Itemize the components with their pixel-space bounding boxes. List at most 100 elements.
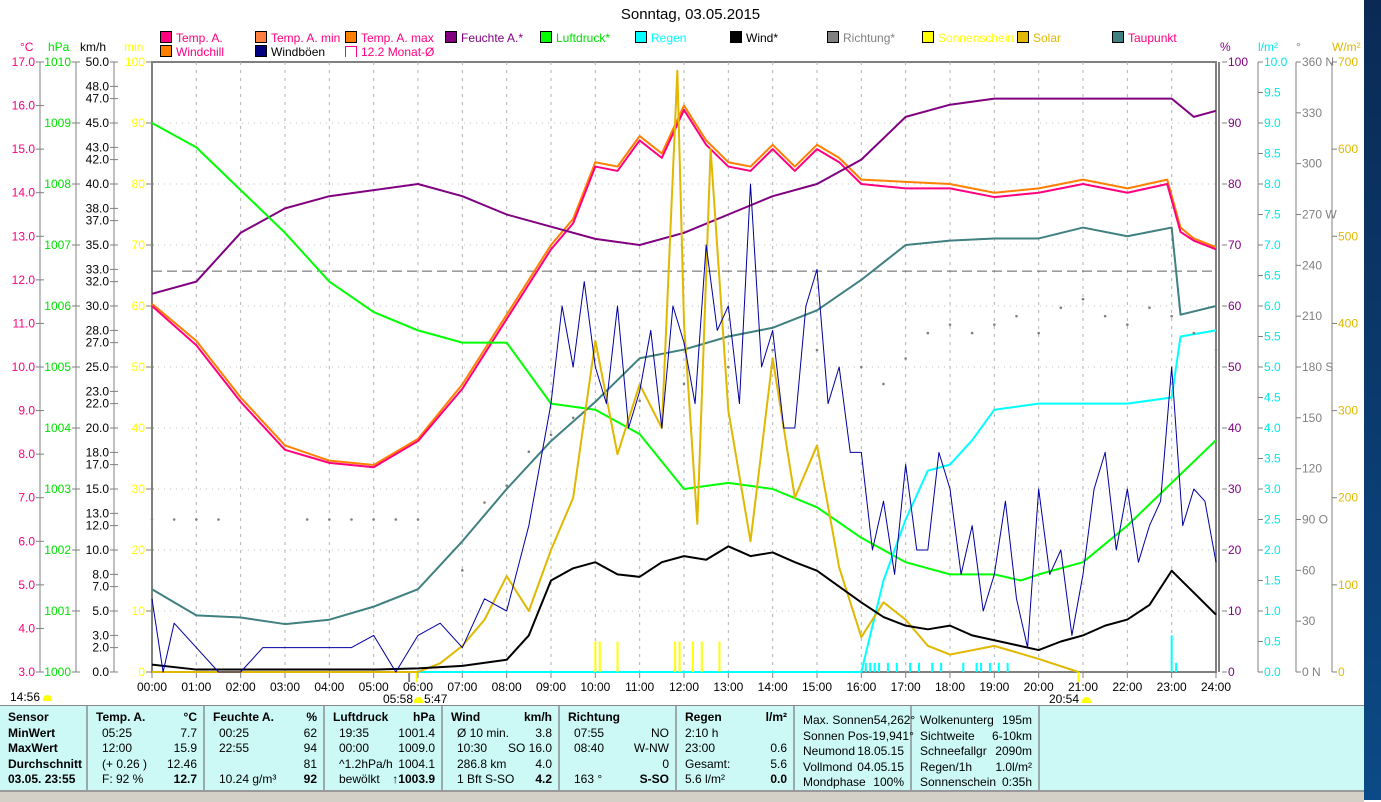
x-tick-label: 16:00 <box>846 680 876 694</box>
header-unit: hPa <box>412 710 435 724</box>
table-row: 23:00 0.6 <box>685 741 787 757</box>
richtung-point <box>150 518 154 521</box>
richtung-point <box>970 331 974 335</box>
richtung-point <box>571 416 575 420</box>
col-misc: Wolkenunterg 195m Sichtweite 6-10km Schneefa… <box>912 706 1040 791</box>
axis-tick-label: 8.5 <box>1264 147 1281 161</box>
regen-menge-bar <box>873 662 876 672</box>
axis-tick-label: 28.0 <box>86 323 110 337</box>
x-tick-label: 00:00 <box>137 680 167 694</box>
x-tick-label: 18:00 <box>935 680 965 694</box>
axis-tick-label: 6.0 <box>18 534 35 548</box>
regen-menge-bar <box>1006 662 1009 672</box>
x-tick-label: 09:00 <box>536 680 566 694</box>
axis-tick-label: 150 <box>1302 411 1322 425</box>
table-row: (+ 0.26 ) 12.46 <box>96 757 197 773</box>
axis-tick-label: 2.0 <box>92 641 109 655</box>
axis-tick-label: 7.0 <box>92 580 109 594</box>
axis-tick-label: 360 N <box>1302 55 1334 69</box>
richtung-point <box>1170 314 1173 318</box>
cell: Sonnenschein <box>920 775 997 789</box>
table-row: 00:00 1009.0 <box>333 741 435 757</box>
cell: 10.24 g/m³ <box>219 772 277 786</box>
axis-tick-label: 9.5 <box>1264 86 1281 100</box>
cell-value: 18.05.15 <box>857 744 904 758</box>
axis-tick-label: 35.0 <box>86 238 110 252</box>
richtung-point <box>926 331 930 335</box>
axis-tick-label: 3.0 <box>92 628 109 642</box>
regen-menge-bar <box>962 662 965 672</box>
header-unit: % <box>306 710 317 724</box>
axis-tick-label: 37.0 <box>86 214 110 228</box>
axis-tick-label: 0 <box>138 665 145 679</box>
richtung-point <box>195 518 198 521</box>
table-row: 05:25 7.7 <box>96 726 197 742</box>
cell-value: 15.9 <box>173 741 197 755</box>
col-hum: Feuchte A.% 00:25 62 22:55 94 81 10.24 g/m³ 92 <box>205 706 325 791</box>
cell: Mondphase <box>803 775 866 789</box>
axis-tick-label: 20.0 <box>86 421 110 435</box>
regen-menge-bar <box>980 662 983 672</box>
richtung-point <box>350 518 353 521</box>
moonrise-label: 14:56 <box>10 690 41 704</box>
cell: 12:00 <box>102 741 133 755</box>
richtung-point <box>1015 314 1018 318</box>
axis-tick-label: 0 N <box>1302 665 1321 679</box>
axis-tick-label: 13.0 <box>86 506 110 520</box>
cell: Regen/1h <box>920 759 973 774</box>
table-row: 81 <box>213 757 317 773</box>
cell: 163 ° <box>574 772 603 786</box>
x-tick-label: 19:00 <box>979 680 1009 694</box>
richtung-point <box>771 348 774 352</box>
cell: 07:55 <box>574 725 605 740</box>
table-row: 286.8 km 4.0 <box>451 757 552 773</box>
cell-value: 4.0 <box>535 756 552 771</box>
cell-value: 4.2 <box>535 772 552 786</box>
axis-tick-label: 17.0 <box>12 55 36 69</box>
header: Feuchte A.% <box>213 710 317 726</box>
richtung-point <box>372 518 375 521</box>
axis-tick-label: 300 <box>1338 404 1358 418</box>
richtung-point <box>682 382 686 386</box>
cell: Schneefallgr <box>920 744 987 758</box>
sonnenschein-bar <box>598 641 601 672</box>
richtung-point <box>549 433 553 437</box>
axis-tick-label: 50.0 <box>86 55 110 69</box>
cell: Neumond <box>803 744 856 758</box>
axis-tick-label: 47.0 <box>86 92 110 106</box>
cell-value: 94 <box>303 741 317 755</box>
regen-menge-bar <box>940 662 943 672</box>
axis-tick-label: 90 <box>1228 116 1242 130</box>
axis-tick-label: 7.0 <box>1264 238 1281 252</box>
cell-value: 2090m <box>995 744 1032 758</box>
axis-tick-label: 600 <box>1338 142 1358 156</box>
axis-tick-label: 1.5 <box>1264 574 1281 588</box>
header-label: Feuchte A. <box>213 710 274 724</box>
axis-tick-label: 40.0 <box>86 177 110 191</box>
cell-value: 54,262° <box>873 713 916 727</box>
table-row: Sonnenschein 0:35h <box>920 775 1032 791</box>
axis-tick-label: 5.0 <box>1264 360 1281 374</box>
axis-tick-label: 8.0 <box>18 447 35 461</box>
axis-tick-label: 0.0 <box>92 665 109 679</box>
cell-value: W-NW <box>633 741 669 755</box>
axis-tick-label: 1002 <box>44 543 71 557</box>
cell: 05:25 <box>102 725 133 740</box>
cell: 5.6 l/m² <box>685 772 726 786</box>
axis-tick-label: 100 <box>1338 578 1358 592</box>
axis-tick-label: 9.0 <box>18 404 35 418</box>
regen-menge-bar <box>975 662 978 672</box>
axis-tick-label: 90 O <box>1302 513 1328 527</box>
richtung-point <box>1126 323 1129 326</box>
cell-value: 3.8 <box>535 725 552 740</box>
cell-value: 7.7 <box>180 725 197 740</box>
header-unit: km/h <box>523 710 552 724</box>
table-row: Ø 10 min. 3.8 <box>451 726 552 742</box>
axis-tick-label: 120 <box>1302 462 1322 476</box>
axis-tick-label: 1008 <box>44 177 71 191</box>
cell: 00:25 <box>219 725 250 740</box>
richtung-point <box>993 323 996 326</box>
table-row: Max. Sonnen 54,262° <box>803 713 915 729</box>
regen-menge-bar <box>869 662 872 672</box>
axis-tick-label: 13.0 <box>12 229 36 243</box>
